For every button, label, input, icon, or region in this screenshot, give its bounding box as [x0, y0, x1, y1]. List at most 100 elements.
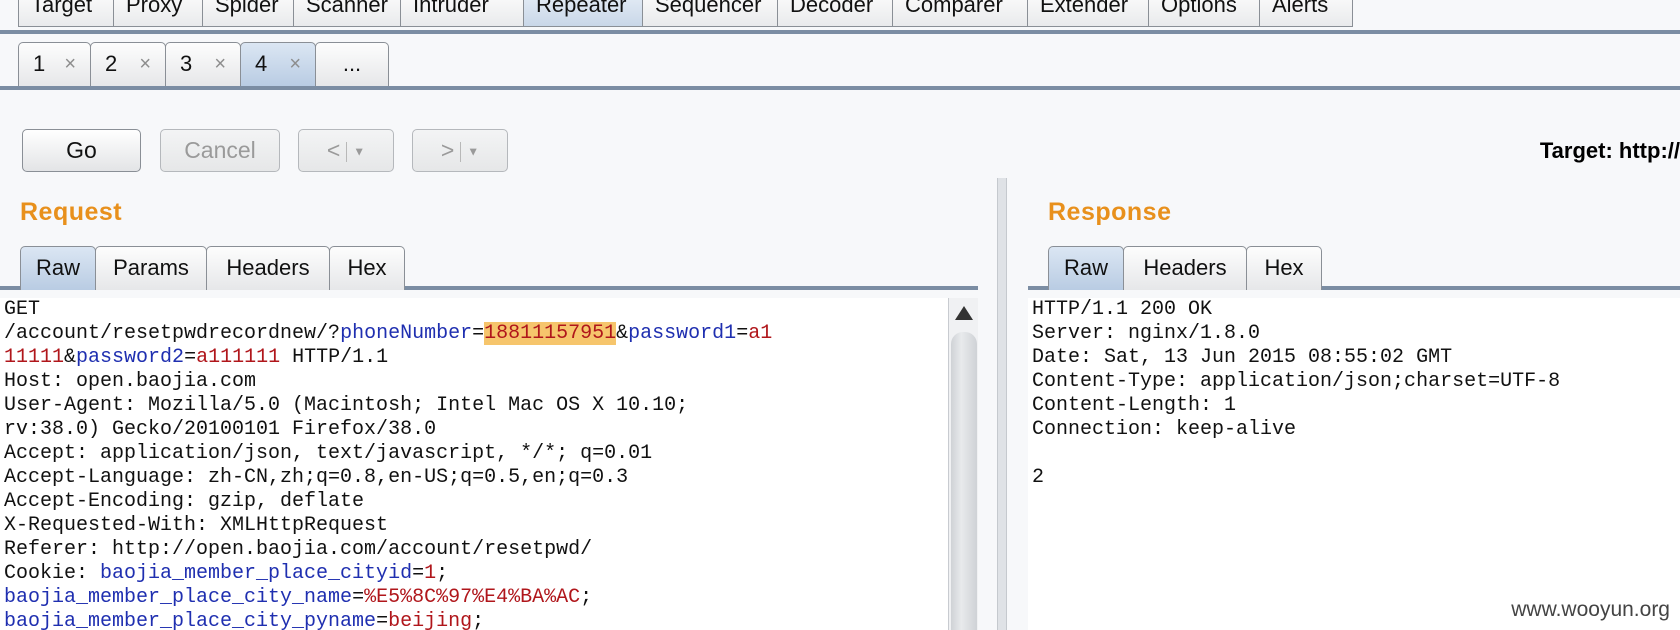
- scroll-up-arrow-icon[interactable]: [955, 306, 973, 320]
- tab-label: Hex: [347, 255, 387, 280]
- response-editor[interactable]: HTTP/1.1 200 OK Server: nginx/1.8.0 Date…: [1028, 298, 1680, 630]
- tab-label: Sequencer: [655, 0, 762, 17]
- param-equals: =: [412, 562, 425, 585]
- header-line: User-Agent: Mozilla/5.0 (Macintosh; Inte…: [4, 394, 689, 417]
- param-equals: =: [184, 346, 197, 369]
- tab-label: Spider: [215, 0, 279, 17]
- tab-options[interactable]: Options: [1148, 0, 1260, 27]
- tab-sequencer[interactable]: Sequencer: [642, 0, 778, 27]
- param-equals: =: [376, 610, 389, 630]
- header-line: X-Requested-With: XMLHttpRequest: [4, 514, 389, 537]
- param-value-highlighted: 18811157951: [484, 322, 617, 345]
- go-button-label: Go: [66, 137, 97, 163]
- response-tab-headers[interactable]: Headers: [1123, 246, 1247, 290]
- header-line: Content-Length: 1: [1032, 394, 1237, 417]
- response-view-tabs: Raw Headers Hex: [1028, 246, 1680, 290]
- close-icon[interactable]: ×: [214, 43, 226, 85]
- tab-label: Repeater: [536, 0, 627, 17]
- param-equals: =: [472, 322, 485, 345]
- cookie-separator: ;: [580, 586, 593, 609]
- param-separator: &: [616, 322, 629, 345]
- response-title: Response: [1048, 198, 1172, 226]
- repeater-tab-label: 2: [105, 51, 118, 76]
- response-tab-hex[interactable]: Hex: [1246, 246, 1322, 290]
- param-key: password2: [76, 346, 185, 369]
- header-line: Date: Sat, 13 Jun 2015 08:55:02 GMT: [1032, 346, 1453, 369]
- request-editor[interactable]: GET /account/resetpwdrecordnew/?phoneNum…: [0, 298, 948, 630]
- header-line: rv:38.0) Gecko/20100101 Firefox/38.0: [4, 418, 437, 441]
- response-body: 2: [1032, 466, 1045, 489]
- param-value: a111111: [196, 346, 281, 369]
- tab-intruder[interactable]: Intruder: [400, 0, 524, 27]
- param-key: phoneNumber: [340, 322, 473, 345]
- cookie-separator: ;: [436, 562, 449, 585]
- watermark: www.wooyun.org: [1511, 598, 1670, 621]
- header-line: Connection: keep-alive: [1032, 418, 1297, 441]
- request-title: Request: [20, 198, 123, 226]
- close-icon[interactable]: ×: [289, 43, 301, 85]
- tab-decoder[interactable]: Decoder: [777, 0, 893, 27]
- button-divider: [346, 141, 348, 162]
- tab-label: Extender: [1040, 0, 1129, 17]
- repeater-tab-more[interactable]: ...: [315, 42, 389, 86]
- chevron-down-icon[interactable]: ▼: [467, 144, 479, 158]
- header-line: Cookie:: [4, 562, 101, 585]
- status-line: HTTP/1.1 200 OK: [1032, 298, 1213, 321]
- pane-splitter[interactable]: [997, 178, 1007, 630]
- tab-repeater[interactable]: Repeater: [523, 0, 643, 27]
- tab-target[interactable]: Target: [18, 0, 114, 27]
- forward-button[interactable]: > ▼: [412, 129, 508, 172]
- cookie-key: baojia_member_place_city_name: [4, 586, 353, 609]
- param-separator: &: [64, 346, 77, 369]
- tab-label: Intruder: [413, 0, 489, 17]
- request-tab-headers[interactable]: Headers: [206, 246, 330, 290]
- cookie-value: 1: [424, 562, 437, 585]
- tab-scanner[interactable]: Scanner: [293, 0, 401, 27]
- cookie-value: %E5%8C%97%E4%BA%AC: [364, 586, 581, 609]
- repeater-tab-label: 3: [180, 51, 193, 76]
- tab-label: Options: [1161, 0, 1237, 17]
- repeater-tab-label: 4: [255, 51, 268, 76]
- tab-label: Proxy: [126, 0, 183, 17]
- request-scrollbar[interactable]: [948, 298, 978, 630]
- param-key: password1: [628, 322, 737, 345]
- param-equals: =: [352, 586, 365, 609]
- header-line: Content-Type: application/json;charset=U…: [1032, 370, 1561, 393]
- protocol-version: HTTP/1.1: [280, 346, 389, 369]
- tab-proxy[interactable]: Proxy: [113, 0, 203, 27]
- close-icon[interactable]: ×: [64, 43, 76, 85]
- chevron-down-icon[interactable]: ▼: [353, 144, 365, 158]
- close-icon[interactable]: ×: [139, 43, 151, 85]
- request-path: /account/resetpwdrecordnew/?: [4, 322, 341, 345]
- cookie-value: beijing: [388, 610, 473, 630]
- back-arrow-icon: <: [326, 137, 341, 163]
- header-line: Accept-Encoding: gzip, deflate: [4, 490, 365, 513]
- tab-alerts[interactable]: Alerts: [1259, 0, 1353, 27]
- repeater-tab-3[interactable]: 3 ×: [165, 42, 241, 86]
- tab-label: Decoder: [790, 0, 874, 17]
- request-line: GET: [4, 298, 41, 321]
- tab-label: Headers: [1143, 255, 1227, 280]
- tab-label: Raw: [35, 255, 80, 280]
- tab-spider[interactable]: Spider: [202, 0, 294, 27]
- repeater-tab-2[interactable]: 2 ×: [90, 42, 166, 86]
- tab-label: Target: [31, 0, 93, 17]
- button-divider: [460, 141, 462, 162]
- request-tab-raw[interactable]: Raw: [20, 246, 96, 290]
- request-tab-params[interactable]: Params: [95, 246, 207, 290]
- tab-label: Comparer: [905, 0, 1003, 17]
- repeater-tab-1[interactable]: 1 ×: [18, 42, 91, 86]
- param-value: a1: [748, 322, 773, 345]
- go-button[interactable]: Go: [22, 129, 141, 172]
- header-line: Referer: http://open.baojia.com/account/…: [4, 538, 593, 561]
- cancel-button[interactable]: Cancel: [160, 129, 280, 172]
- tab-comparer[interactable]: Comparer: [892, 0, 1028, 27]
- response-tab-raw[interactable]: Raw: [1048, 246, 1124, 290]
- repeater-tab-label: 1: [33, 51, 46, 76]
- request-tab-hex[interactable]: Hex: [329, 246, 405, 290]
- scrollbar-thumb[interactable]: [951, 332, 977, 630]
- target-label[interactable]: Target: http://: [1540, 138, 1680, 164]
- back-button[interactable]: < ▼: [298, 129, 394, 172]
- tab-extender[interactable]: Extender: [1027, 0, 1149, 27]
- repeater-tab-4[interactable]: 4 ×: [240, 42, 316, 86]
